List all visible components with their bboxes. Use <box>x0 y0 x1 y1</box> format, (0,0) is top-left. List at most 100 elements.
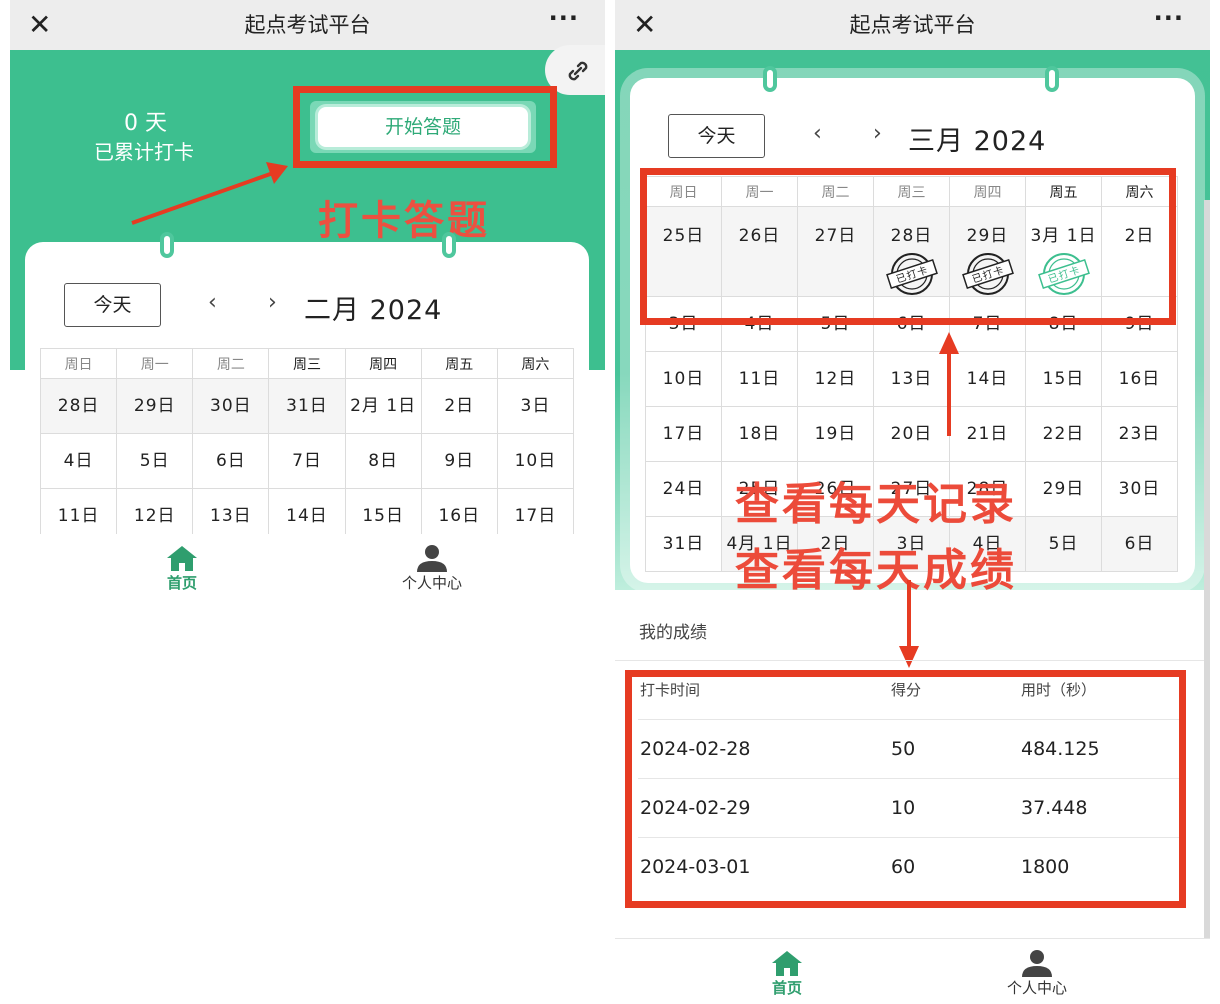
tab-profile[interactable]: 个人中心 <box>977 949 1097 998</box>
cell-score: 50 <box>891 738 916 760</box>
next-month-button[interactable]: › <box>268 290 277 315</box>
annotation-daily-scores: 查看每天成绩 <box>735 545 1017 596</box>
day-cell[interactable]: 31日 <box>645 516 722 572</box>
day-cell[interactable]: 4日 <box>721 296 798 352</box>
day-cell[interactable]: 29日 <box>116 378 194 434</box>
day-cell[interactable]: 30日 <box>1101 461 1178 517</box>
cell-date: 2024-03-01 <box>640 856 751 878</box>
cell-time: 484.125 <box>1021 738 1100 760</box>
cell-date: 2024-02-28 <box>640 738 751 760</box>
day-cell[interactable]: 24日 <box>645 461 722 517</box>
cell-score: 60 <box>891 856 916 878</box>
day-cell[interactable]: 4日 <box>39 433 118 489</box>
day-cell[interactable]: 29日 <box>1025 461 1102 517</box>
col-time-used: 用时（秒） <box>1021 681 1097 699</box>
cell-time: 37.448 <box>1021 797 1088 819</box>
divider <box>615 660 1210 661</box>
day-cell[interactable]: 23日 <box>1101 406 1178 462</box>
day-cell[interactable]: 5日 <box>1025 516 1102 572</box>
tab-home[interactable]: 首页 <box>727 949 847 998</box>
day-cell[interactable]: 27日 <box>797 206 874 297</box>
day-cell[interactable]: 26日 <box>721 206 798 297</box>
start-quiz-button[interactable]: 开始答题 <box>318 107 528 147</box>
day-cell[interactable]: 28日 <box>39 378 118 434</box>
day-label: 26日 <box>738 226 781 246</box>
col-score: 得分 <box>891 681 922 699</box>
start-button-highlight: 开始答题 <box>293 86 557 168</box>
left-screen: ✕ 起点考试平台 ··· 0 天 已累计打卡 开始答题 打卡答题 今天 ‹ › … <box>10 0 605 600</box>
day-label: 28日 <box>890 226 933 246</box>
user-icon <box>1022 950 1052 977</box>
day-cell[interactable]: 6日 <box>192 433 270 489</box>
day-cell[interactable]: 11日 <box>721 351 798 407</box>
next-month-button[interactable]: › <box>873 121 882 146</box>
link-icon <box>568 61 588 81</box>
day-cell[interactable]: 28日 已打卡 <box>873 206 950 297</box>
prev-month-button[interactable]: ‹ <box>208 290 217 315</box>
calendar-grid: 周日 周一 周二 周三 周四 周五 周六 28日 29日 30日 31日 2月 … <box>39 348 575 544</box>
more-icon[interactable]: ··· <box>549 4 579 32</box>
weekday-header: 周二 <box>797 176 874 207</box>
day-cell[interactable]: 19日 <box>797 406 874 462</box>
scores-table: 打卡时间 得分 用时（秒） 2024-02-28 50 484.125 2024… <box>638 675 1183 896</box>
binder-ring <box>442 232 456 258</box>
day-cell[interactable]: 5日 <box>797 296 874 352</box>
tab-home-label: 首页 <box>166 574 197 592</box>
binder-ring <box>160 232 174 258</box>
day-label: 27日 <box>814 226 857 246</box>
day-cell[interactable]: 12日 <box>797 351 874 407</box>
day-cell[interactable]: 2月 1日 <box>344 378 422 434</box>
weekday-header: 周五 <box>420 348 498 379</box>
my-scores-title: 我的成绩 <box>639 623 707 643</box>
streak-count: 0 天 <box>124 111 167 136</box>
day-cell[interactable]: 22日 <box>1025 406 1102 462</box>
today-button[interactable]: 今天 <box>64 283 161 327</box>
weekday-header: 周三 <box>268 348 346 379</box>
weekday-header: 周六 <box>496 348 575 379</box>
weekday-header: 周六 <box>1101 176 1178 207</box>
day-cell[interactable]: 2日 <box>420 378 498 434</box>
day-cell[interactable]: 16日 <box>1101 351 1178 407</box>
tab-home[interactable]: 首页 <box>122 544 242 593</box>
title-bar: ✕ 起点考试平台 ··· <box>615 0 1210 50</box>
day-cell[interactable]: 30日 <box>192 378 270 434</box>
day-cell[interactable]: 18日 <box>721 406 798 462</box>
day-cell[interactable]: 31日 <box>268 378 346 434</box>
day-cell[interactable]: 7日 <box>268 433 346 489</box>
cell-score: 10 <box>891 797 916 819</box>
table-row[interactable]: 2024-02-28 50 484.125 <box>638 719 1183 778</box>
day-cell-selected[interactable]: 3月 1日 已打卡 <box>1025 206 1102 297</box>
day-cell[interactable]: 25日 <box>645 206 722 297</box>
weekday-header: 周三 <box>873 176 950 207</box>
month-title: 二月 2024 <box>304 295 443 326</box>
day-cell[interactable]: 3日 <box>496 378 575 434</box>
day-cell[interactable]: 10日 <box>496 433 575 489</box>
right-screen: ✕ 起点考试平台 ··· 今天 ‹ › 三月 2024 周日 周一 周二 周三 … <box>615 0 1210 1004</box>
day-cell[interactable]: 6日 <box>1101 516 1178 572</box>
col-checkin-time: 打卡时间 <box>640 681 701 699</box>
table-row[interactable]: 2024-03-01 60 1800 <box>638 837 1183 896</box>
day-cell[interactable]: 3日 <box>645 296 722 352</box>
day-cell[interactable]: 17日 <box>645 406 722 462</box>
day-cell[interactable]: 8日 <box>1025 296 1102 352</box>
cell-date: 2024-02-29 <box>640 797 751 819</box>
day-cell[interactable]: 8日 <box>344 433 422 489</box>
table-row[interactable]: 2024-02-29 10 37.448 <box>638 778 1183 837</box>
more-icon[interactable]: ··· <box>1154 4 1184 32</box>
today-button[interactable]: 今天 <box>668 114 765 158</box>
annotation-arrow-up <box>939 332 959 436</box>
scrollbar[interactable] <box>1204 200 1210 1000</box>
day-cell[interactable]: 29日 已打卡 <box>949 206 1026 297</box>
prev-month-button[interactable]: ‹ <box>813 121 822 146</box>
day-cell[interactable]: 2日 <box>1101 206 1178 297</box>
weekday-header: 周五 <box>1025 176 1102 207</box>
day-cell[interactable]: 10日 <box>645 351 722 407</box>
home-icon <box>772 951 802 976</box>
day-cell[interactable]: 9日 <box>1101 296 1178 352</box>
tab-profile[interactable]: 个人中心 <box>372 544 492 593</box>
day-cell[interactable]: 15日 <box>1025 351 1102 407</box>
day-cell[interactable]: 9日 <box>420 433 498 489</box>
day-cell[interactable]: 5日 <box>116 433 194 489</box>
app-title: 起点考试平台 <box>244 13 371 37</box>
cell-time: 1800 <box>1021 856 1070 878</box>
